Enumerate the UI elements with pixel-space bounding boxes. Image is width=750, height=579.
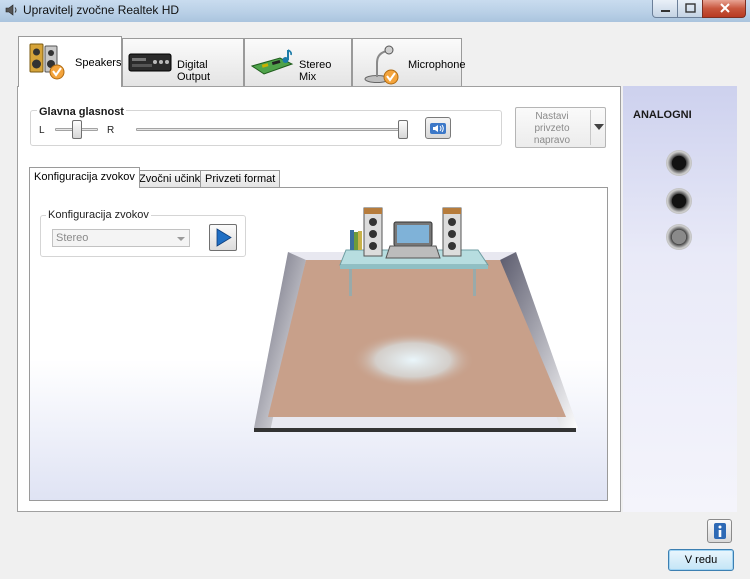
speakers-icon	[29, 43, 65, 80]
tab-default-format[interactable]: Privzeti format	[200, 170, 281, 188]
tab-label: Microphone	[408, 59, 466, 71]
tab-label: Speakers	[75, 57, 122, 69]
tab-speaker-configuration[interactable]: Konfiguracija zvokov	[29, 167, 140, 188]
tab-sound-effects[interactable]: Zvočni učinki	[134, 170, 208, 188]
tab-label: Zvočni učinki	[139, 173, 203, 185]
balance-right-label: R	[107, 125, 115, 136]
speaker-app-icon	[5, 4, 17, 16]
balance-left-label: L	[39, 125, 45, 136]
set-default-device-button[interactable]: Nastavi privzeto napravo	[515, 107, 606, 148]
analog-jack-1[interactable]	[666, 150, 692, 176]
tab-digital-output[interactable]: Digital Output	[122, 38, 244, 86]
info-icon	[714, 523, 726, 539]
minimize-button[interactable]	[652, 0, 678, 18]
microphone-icon	[364, 45, 399, 85]
balance-slider-thumb[interactable]	[71, 120, 82, 139]
analog-title: ANALOGNI	[633, 109, 692, 121]
tab-label: Digital Output	[177, 59, 211, 83]
info-button[interactable]	[707, 519, 732, 543]
tab-label: Privzeti format	[205, 173, 276, 185]
mute-button[interactable]	[425, 117, 451, 139]
speaker-configuration-select[interactable]: Stereo	[52, 229, 190, 247]
speaker-room-illustration	[254, 207, 578, 432]
window-title: Upravitelj zvočne Realtek HD	[23, 3, 180, 17]
speaker-configuration-label: Konfiguracija zvokov	[46, 209, 151, 221]
play-icon	[216, 228, 232, 247]
maximize-button[interactable]	[677, 0, 703, 18]
split-separator	[590, 110, 591, 145]
close-button[interactable]	[702, 0, 746, 18]
analog-jack-3[interactable]	[666, 224, 692, 250]
ok-button[interactable]: V redu	[668, 549, 734, 571]
volume-icon	[430, 123, 446, 134]
volume-slider-thumb[interactable]	[398, 120, 408, 139]
selected-configuration: Stereo	[56, 232, 89, 244]
master-volume-title: Glavna glasnost	[37, 106, 126, 118]
test-play-button[interactable]	[209, 224, 237, 251]
sound-card-icon	[250, 49, 294, 75]
chevron-down-icon	[177, 237, 185, 241]
title-bar: Upravitelj zvočne Realtek HD	[0, 0, 750, 22]
tab-stereo-mix[interactable]: Stereo Mix	[244, 38, 352, 86]
tab-label: Konfiguracija zvokov	[34, 171, 135, 183]
chevron-down-icon[interactable]	[594, 124, 604, 130]
volume-slider-track[interactable]	[136, 128, 408, 131]
analog-jack-2[interactable]	[666, 188, 692, 214]
tab-speakers[interactable]: Speakers	[18, 36, 122, 87]
tab-label: Stereo Mix	[299, 59, 332, 83]
digital-output-icon	[128, 53, 172, 72]
tab-microphone[interactable]: Microphone	[352, 38, 466, 86]
set-default-device-label: Nastavi privzeto napravo	[533, 111, 571, 146]
